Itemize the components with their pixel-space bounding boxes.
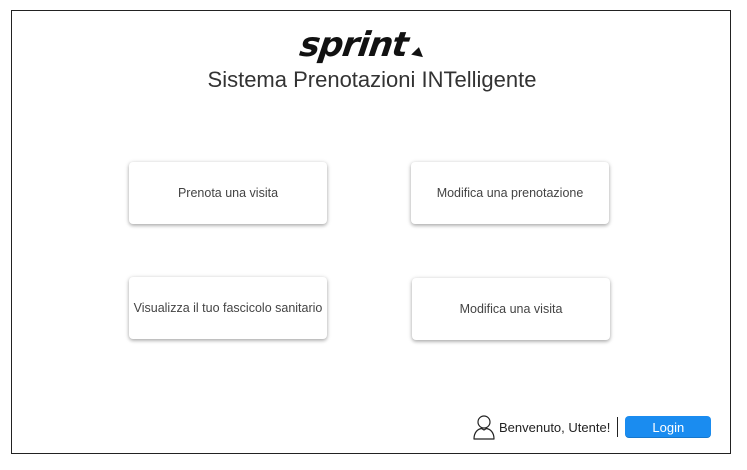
view-health-record-button[interactable]: Visualizza il tuo fascicolo sanitario [129,277,327,339]
edit-visit-button[interactable]: Modifica una visita [412,278,610,340]
welcome-text: Benvenuto, Utente! [499,419,611,435]
logo-mark [411,45,425,58]
user-icon [472,414,496,440]
book-visit-button[interactable]: Prenota una visita [129,162,327,224]
edit-booking-label: Modifica una prenotazione [436,186,584,200]
edit-booking-button[interactable]: Modifica una prenotazione [411,162,609,224]
login-button[interactable]: Login [625,416,712,438]
user-bar: Benvenuto, Utente! Login [472,412,712,442]
sprint-logo: sprint [297,25,426,65]
page-title: Sistema Prenotazioni INTelligente [207,67,537,92]
app-frame: sprint Sistema Prenotazioni INTelligente… [11,10,731,454]
logo-text: sprint [297,25,411,65]
view-health-record-label: Visualizza il tuo fascicolo sanitario [133,301,323,315]
edit-visit-label: Modifica una visita [459,302,563,316]
book-visit-label: Prenota una visita [177,186,279,200]
divider [617,417,619,437]
